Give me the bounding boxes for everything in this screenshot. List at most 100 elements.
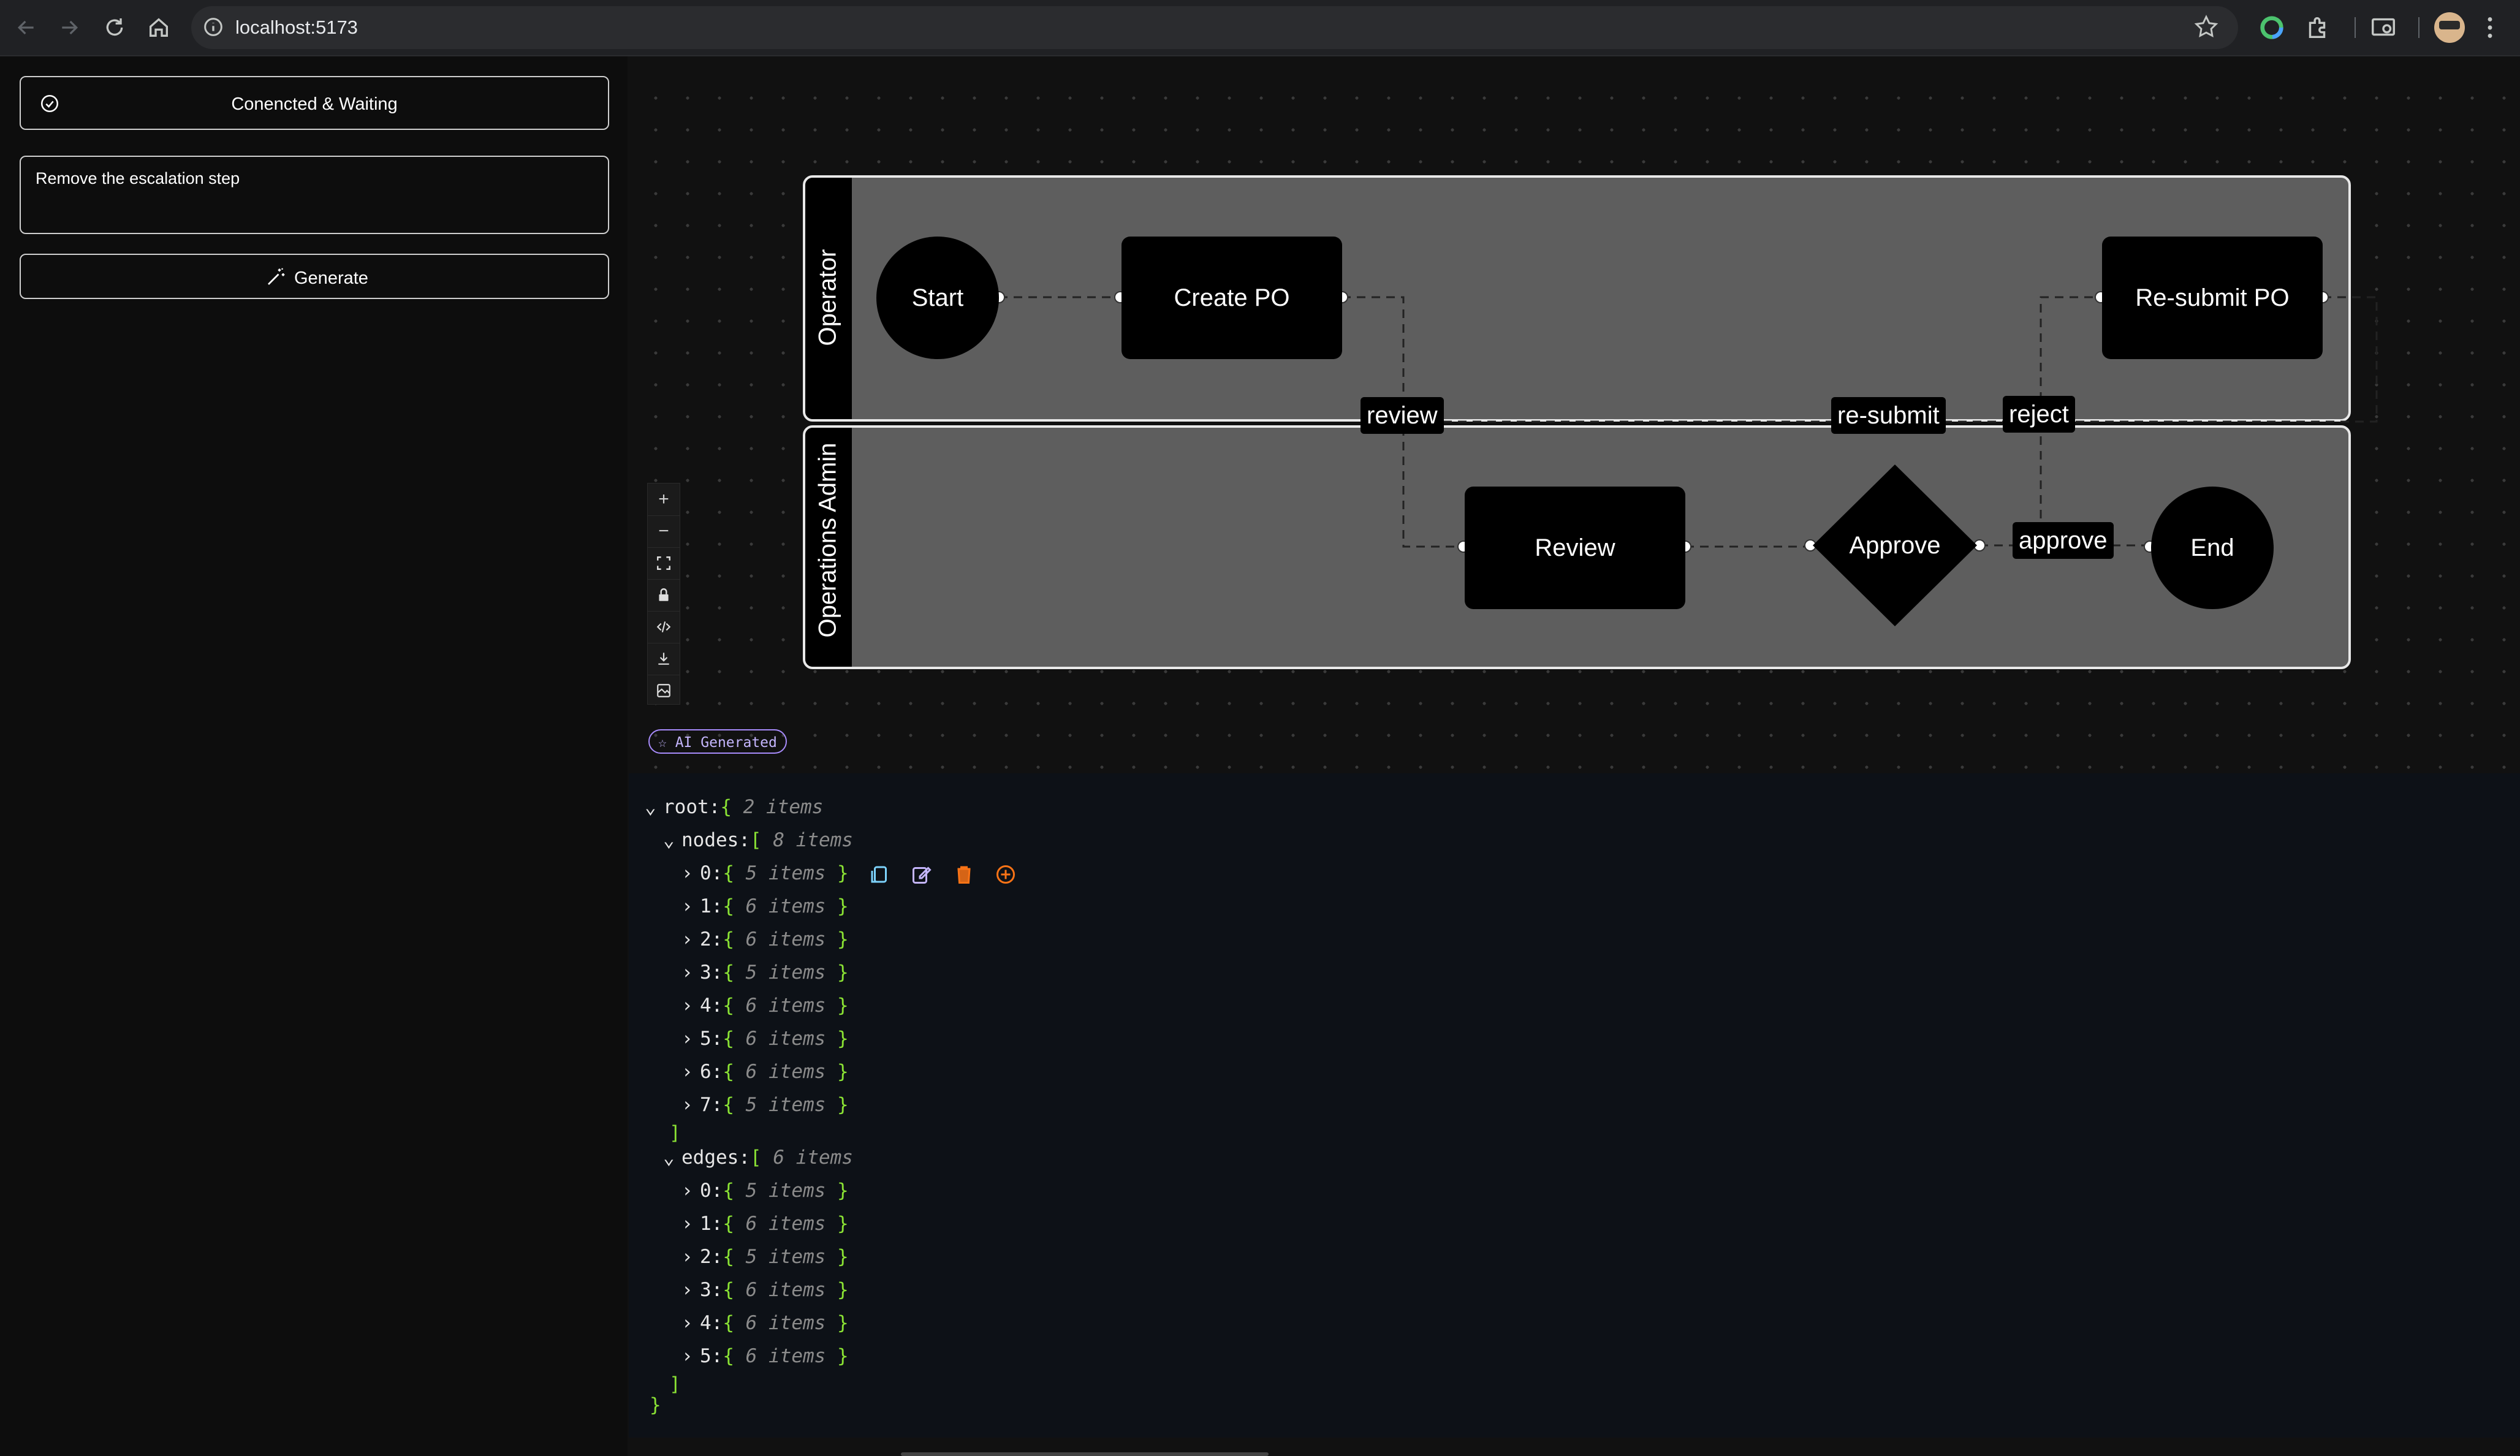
- page-scrollbar[interactable]: [901, 1452, 1269, 1456]
- zoom-out-icon[interactable]: −: [648, 515, 680, 548]
- tree-edges-row[interactable]: ⌄ edges:[ 6 items: [663, 1141, 853, 1174]
- node-start[interactable]: Start: [876, 237, 999, 359]
- tree-key: edges:: [681, 1147, 750, 1169]
- profile-avatar[interactable]: [2434, 12, 2465, 43]
- chevron-right-icon[interactable]: ›: [681, 1088, 700, 1121]
- bookmark-star-icon[interactable]: [2193, 13, 2220, 40]
- tree-count: 6 items: [773, 1147, 853, 1169]
- lock-icon[interactable]: [648, 579, 680, 612]
- chevron-right-icon[interactable]: ›: [681, 1306, 700, 1340]
- extension-circle-icon[interactable]: [2258, 13, 2286, 42]
- delete-icon[interactable]: [953, 863, 975, 885]
- chevron-right-icon[interactable]: ›: [681, 1240, 700, 1273]
- tree-nodes-row[interactable]: ⌄ nodes:[ 8 items: [663, 824, 853, 857]
- edge-label-reject[interactable]: reject: [2003, 396, 2075, 433]
- address-bar[interactable]: localhost:5173: [191, 6, 2238, 49]
- tree-count: 6 items: [745, 1028, 826, 1050]
- tree-key: nodes:: [681, 829, 750, 851]
- tree-edge-item-5[interactable]: › 5:{ 6 items }: [681, 1340, 849, 1373]
- back-icon[interactable]: [12, 13, 40, 42]
- edit-icon[interactable]: [911, 863, 933, 885]
- connection-status: Conencted & Waiting: [20, 76, 609, 130]
- tree-edge-item-4[interactable]: › 4:{ 6 items }: [681, 1306, 849, 1340]
- url-text[interactable]: localhost:5173: [235, 17, 358, 39]
- chevron-down-icon[interactable]: ⌄: [663, 824, 681, 857]
- tree-root-row[interactable]: ⌄ root:{ 2 items: [645, 791, 823, 824]
- chevron-right-icon[interactable]: ›: [681, 857, 700, 890]
- tree-node-item-5[interactable]: › 5:{ 6 items }: [681, 1022, 849, 1055]
- zoom-in-icon[interactable]: +: [648, 483, 680, 516]
- extensions-puzzle-icon[interactable]: [2303, 13, 2331, 42]
- json-tree-viewer: ⌄ root:{ 2 items ⌄ nodes:[ 8 items › 0:{ 5 …: [629, 773, 2520, 1438]
- tree-count: 6 items: [745, 1213, 826, 1235]
- menu-kebab-icon[interactable]: [2476, 13, 2504, 42]
- tree-key: 7:: [700, 1094, 723, 1116]
- chevron-right-icon[interactable]: ›: [681, 989, 700, 1022]
- tree-count: 5 items: [745, 961, 826, 984]
- tree-key: 3:: [700, 1279, 723, 1301]
- tree-node-item-1[interactable]: › 1:{ 6 items }: [681, 890, 849, 923]
- download-icon[interactable]: [648, 643, 680, 675]
- tree-key: 1:: [700, 895, 723, 917]
- site-info-icon[interactable]: [201, 15, 226, 39]
- chevron-down-icon[interactable]: ⌄: [645, 791, 663, 824]
- forward-icon[interactable]: [55, 13, 83, 42]
- tree-node-item-0[interactable]: › 0:{ 5 items }: [681, 857, 1017, 890]
- tree-key: root:: [663, 796, 721, 818]
- tree-node-item-7[interactable]: › 7:{ 5 items }: [681, 1088, 849, 1121]
- tree-count: 6 items: [745, 928, 826, 950]
- add-icon[interactable]: [995, 863, 1017, 885]
- node-end[interactable]: End: [2151, 487, 2274, 609]
- left-panel: Conencted & Waiting Remove the escalatio…: [0, 56, 628, 1456]
- tree-count: 5 items: [745, 1246, 826, 1268]
- tree-edge-item-0[interactable]: › 0:{ 5 items }: [681, 1174, 849, 1207]
- edge-label-approve[interactable]: approve: [2013, 522, 2114, 559]
- node-approve-label[interactable]: Approve: [1834, 526, 1956, 565]
- tree-key: 2:: [700, 928, 723, 950]
- chevron-right-icon[interactable]: ›: [681, 1207, 700, 1240]
- tree-count: 6 items: [745, 895, 826, 917]
- chevron-right-icon[interactable]: ›: [681, 1174, 700, 1207]
- reload-icon[interactable]: [101, 13, 129, 42]
- tree-key: 3:: [700, 961, 723, 984]
- tree-edge-item-2[interactable]: › 2:{ 5 items }: [681, 1240, 849, 1273]
- tree-node-item-3[interactable]: › 3:{ 5 items }: [681, 956, 849, 989]
- chevron-right-icon[interactable]: ›: [681, 1273, 700, 1306]
- tree-count: 8 items: [773, 829, 853, 851]
- tree-key: 5:: [700, 1028, 723, 1050]
- chevron-right-icon[interactable]: ›: [681, 890, 700, 923]
- code-icon[interactable]: [648, 611, 680, 643]
- tree-node-item-6[interactable]: › 6:{ 6 items }: [681, 1055, 849, 1088]
- image-export-icon[interactable]: [648, 675, 680, 707]
- tree-node-item-4[interactable]: › 4:{ 6 items }: [681, 989, 849, 1022]
- chevron-right-icon[interactable]: ›: [681, 1055, 700, 1088]
- chevron-right-icon[interactable]: ›: [681, 956, 700, 989]
- tree-count: 6 items: [745, 1345, 826, 1367]
- copy-icon[interactable]: [868, 863, 890, 885]
- tree-edge-item-1[interactable]: › 1:{ 6 items }: [681, 1207, 849, 1240]
- toolbar-divider: [2355, 17, 2356, 38]
- home-icon[interactable]: [145, 13, 173, 42]
- tree-count: 6 items: [745, 1061, 826, 1083]
- node-create-po[interactable]: Create PO: [1121, 237, 1342, 359]
- tree-close-brace: }: [650, 1394, 661, 1416]
- edge-label-review[interactable]: review: [1361, 397, 1444, 434]
- ai-generated-label: AI Generated: [675, 735, 777, 751]
- cast-media-icon[interactable]: [2369, 13, 2397, 42]
- node-review[interactable]: Review: [1465, 487, 1685, 609]
- tree-edge-item-3[interactable]: › 3:{ 6 items }: [681, 1273, 849, 1306]
- edge-label-resubmit[interactable]: re-submit: [1831, 397, 1946, 434]
- chevron-right-icon[interactable]: ›: [681, 1022, 700, 1055]
- chevron-down-icon[interactable]: ⌄: [663, 1141, 681, 1174]
- prompt-input[interactable]: Remove the escalation step: [20, 156, 609, 234]
- flow-canvas[interactable]: Operator Operations Admin Start Create P…: [629, 72, 2520, 772]
- chevron-right-icon[interactable]: ›: [681, 923, 700, 956]
- fit-view-icon[interactable]: [648, 547, 680, 580]
- tree-key: 2:: [700, 1246, 723, 1268]
- canvas-controls: + −: [647, 483, 680, 705]
- node-resubmit-po[interactable]: Re-submit PO: [2102, 237, 2323, 359]
- chevron-right-icon[interactable]: ›: [681, 1340, 700, 1373]
- tree-key: 4:: [700, 995, 723, 1017]
- generate-button[interactable]: Generate: [20, 254, 609, 299]
- tree-node-item-2[interactable]: › 2:{ 6 items }: [681, 923, 849, 956]
